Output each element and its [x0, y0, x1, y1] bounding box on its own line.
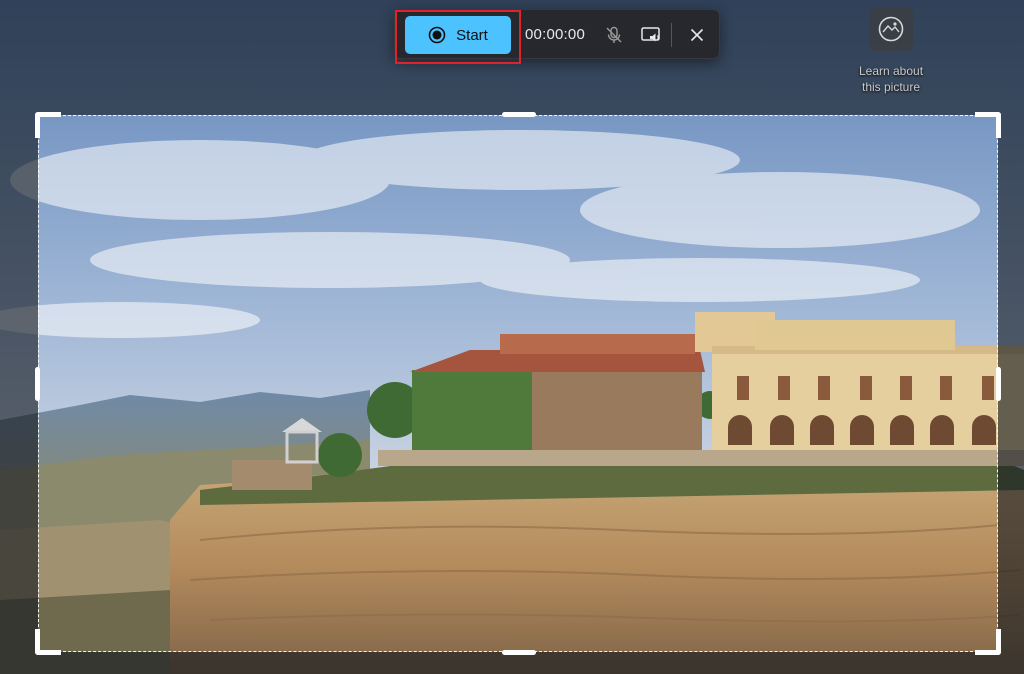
start-recording-button[interactable]: Start	[405, 16, 511, 54]
resize-handle-top-left[interactable]	[35, 112, 61, 138]
microphone-toggle-button[interactable]	[600, 21, 628, 49]
learn-label-line1: Learn about	[858, 64, 924, 78]
resize-handle-bottom-left[interactable]	[35, 629, 61, 655]
close-toolbar-button[interactable]	[683, 21, 711, 49]
toolbar-divider	[671, 23, 672, 47]
learn-about-picture-button[interactable]	[869, 7, 913, 51]
learn-about-picture-label: Learn about this picture	[848, 63, 934, 95]
resize-handle-left[interactable]	[35, 367, 40, 401]
recording-timer: 00:00:00	[525, 26, 585, 43]
resize-handle-right[interactable]	[996, 367, 1001, 401]
cast-audio-icon	[641, 27, 660, 42]
learn-about-picture[interactable]: Learn about this picture	[848, 7, 934, 95]
close-icon	[690, 28, 704, 42]
capture-selection-area[interactable]	[35, 112, 1001, 655]
camera-lens-icon	[878, 16, 904, 42]
resize-handle-top-right[interactable]	[975, 112, 1001, 138]
system-audio-toggle-button[interactable]	[637, 21, 665, 49]
resize-handle-bottom[interactable]	[502, 650, 536, 655]
resize-handle-bottom-right[interactable]	[975, 629, 1001, 655]
record-icon	[428, 26, 446, 44]
microphone-off-icon	[606, 26, 622, 43]
resize-handle-top[interactable]	[502, 112, 536, 117]
start-button-label: Start	[456, 26, 488, 44]
recording-toolbar: Start 00:00:00	[394, 9, 720, 64]
learn-label-line2: this picture	[861, 80, 921, 94]
